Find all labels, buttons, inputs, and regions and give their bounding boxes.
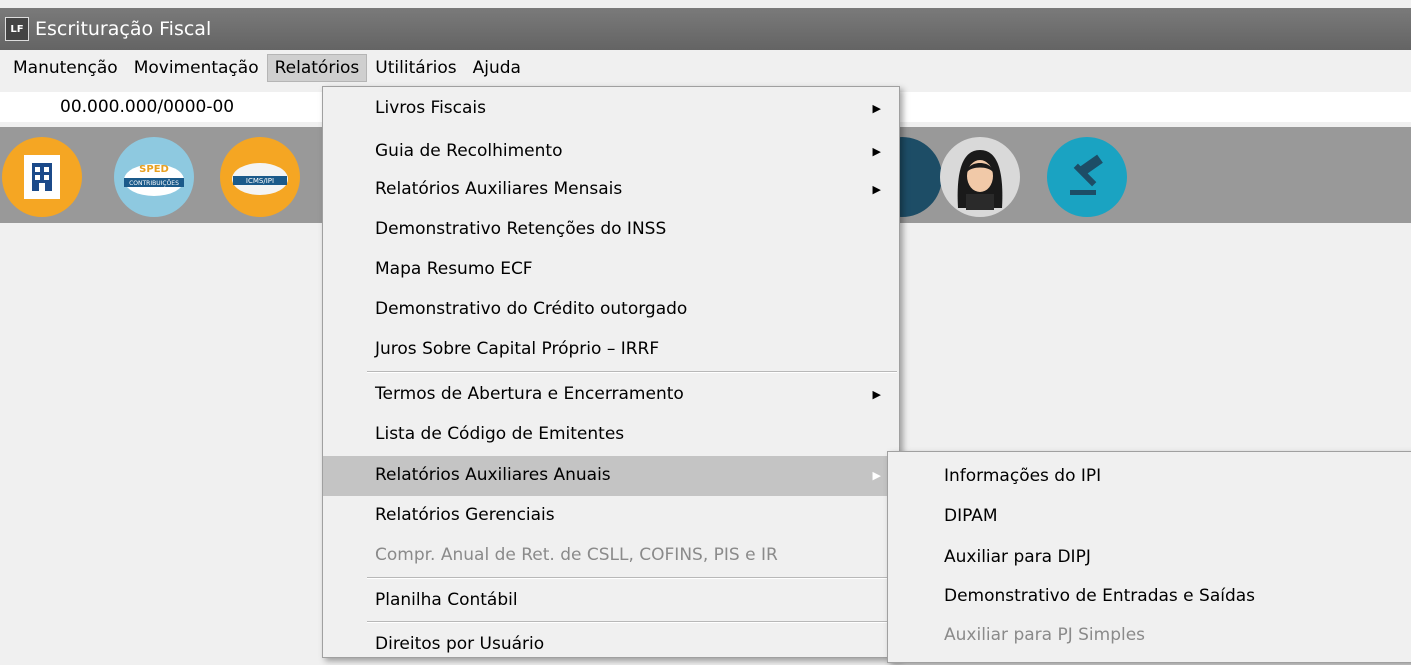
title-bar: LF Escrituração Fiscal xyxy=(0,8,1411,50)
company-cnpj: 00.000.000/0000-00 xyxy=(60,97,235,117)
app-logo-icon: LF xyxy=(5,17,29,41)
menu-movimentacao[interactable]: Movimentação xyxy=(126,54,267,82)
menu-item-juros-capital[interactable]: Juros Sobre Capital Próprio – IRRF xyxy=(323,330,899,370)
relatorios-dropdown: Livros Fiscais ▶ Guia de Recolhimento ▶ … xyxy=(322,86,900,658)
submenu-arrow-icon: ▶ xyxy=(872,183,881,196)
submenu-arrow-icon: ▶ xyxy=(872,469,881,482)
menu-bar: Manutenção Movimentação Relatórios Utili… xyxy=(0,51,1411,85)
menu-item-guia-recolhimento[interactable]: Guia de Recolhimento ▶ xyxy=(323,132,899,172)
menu-item-direitos-usuario[interactable]: Direitos por Usuário xyxy=(323,625,899,665)
menu-item-retencoes-inss[interactable]: Demonstrativo Retenções do INSS xyxy=(323,210,899,250)
submenu-arrow-icon: ▶ xyxy=(872,145,881,158)
menu-item-relatorios-anuais[interactable]: Relatórios Auxiliares Anuais ▶ xyxy=(323,456,899,496)
menu-item-credito-outorgado[interactable]: Demonstrativo do Crédito outorgado xyxy=(323,290,899,330)
menu-item-compr-anual-ret: Compr. Anual de Ret. de CSLL, COFINS, PI… xyxy=(375,545,778,565)
menu-separator xyxy=(367,621,897,623)
submenu-item-entradas-saidas[interactable]: Demonstrativo de Entradas e Saídas xyxy=(888,577,1411,617)
submenu-arrow-icon: ▶ xyxy=(872,102,881,115)
submenu-item-auxiliar-dipj[interactable]: Auxiliar para DIPJ xyxy=(888,538,1411,578)
icms-ipi-icon[interactable]: ICMS/IPI xyxy=(220,137,300,217)
menu-item-planilha-contabil[interactable]: Planilha Contábil xyxy=(323,581,899,621)
woman-avatar-icon[interactable] xyxy=(940,137,1020,217)
sped-subtitle: CONTRIBUIÇÕES xyxy=(129,180,179,187)
menu-relatorios[interactable]: Relatórios xyxy=(266,54,368,82)
icms-label: ICMS/IPI xyxy=(246,177,274,185)
submenu-arrow-icon: ▶ xyxy=(872,388,881,401)
menu-item-relatorios-gerenciais[interactable]: Relatórios Gerenciais xyxy=(323,496,899,536)
menu-item-mapa-resumo-ecf[interactable]: Mapa Resumo ECF xyxy=(323,250,899,290)
submenu-item-informacoes-ipi[interactable]: Informações do IPI xyxy=(888,457,1411,497)
menu-ajuda[interactable]: Ajuda xyxy=(465,54,529,82)
menu-item-lista-emitentes[interactable]: Lista de Código de Emitentes xyxy=(323,415,899,455)
menu-separator xyxy=(367,577,897,579)
menu-item-livros-fiscais[interactable]: Livros Fiscais ▶ xyxy=(323,89,899,129)
window-title: Escrituração Fiscal xyxy=(35,18,212,40)
menu-item-termos-abertura[interactable]: Termos de Abertura e Encerramento ▶ xyxy=(323,375,899,415)
relatorios-anuais-submenu: Informações do IPI DIPAM Auxiliar para D… xyxy=(887,451,1411,663)
menu-item-relatorios-mensais[interactable]: Relatórios Auxiliares Mensais ▶ xyxy=(323,170,899,210)
submenu-item-dipam[interactable]: DIPAM xyxy=(888,497,1411,537)
menu-utilitarios[interactable]: Utilitários xyxy=(367,54,464,82)
submenu-item-auxiliar-pj-simples: Auxiliar para PJ Simples xyxy=(944,625,1146,645)
sped-title: SPED xyxy=(139,164,169,175)
menu-separator xyxy=(367,371,897,373)
gavel-icon[interactable] xyxy=(1047,137,1127,217)
building-document-icon[interactable] xyxy=(2,137,82,217)
sped-contribuicoes-icon[interactable]: SPED CONTRIBUIÇÕES xyxy=(114,137,194,217)
menu-manutencao[interactable]: Manutenção xyxy=(0,54,126,82)
